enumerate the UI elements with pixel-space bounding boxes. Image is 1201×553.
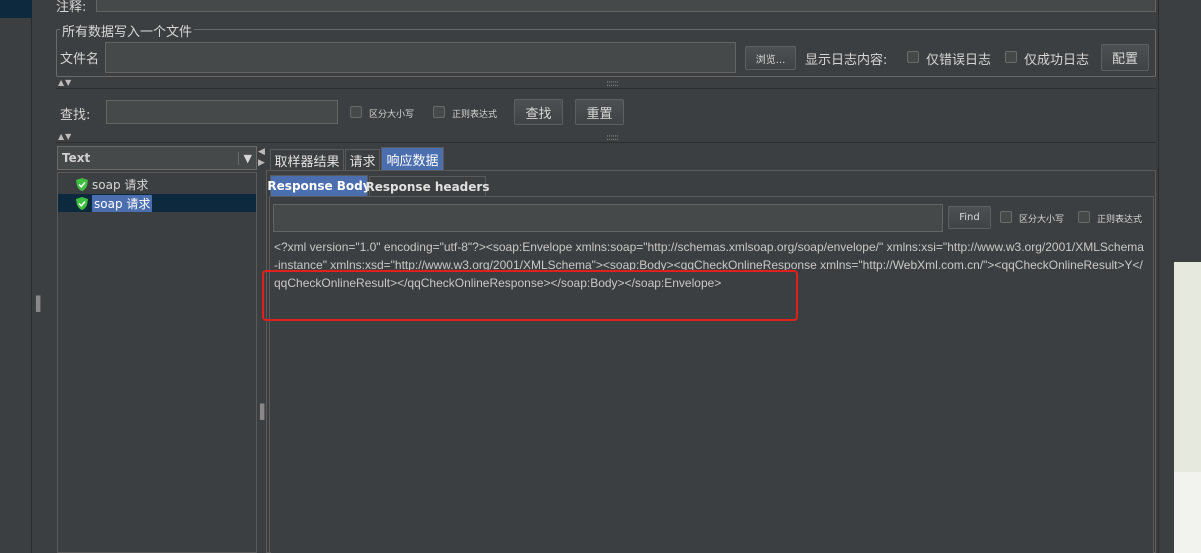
tree-item-label: soap 请求 [92,194,153,212]
left-splitter-grip-icon[interactable]: ▪ ▪ ▪ ▪ [35,294,41,315]
success-shield-icon [76,196,88,210]
response-find-button[interactable]: Find [948,206,991,229]
search-regex-label: 正则表达式 [452,110,498,120]
comment-label: 注释: [56,0,87,15]
search-find-button[interactable]: 查找 [514,99,563,125]
tree-item-selected[interactable]: soap 请求 [76,194,153,212]
renderer-select-value: Text [62,151,91,165]
chevron-down-icon: ▼ [237,151,252,165]
tab-response-headers[interactable]: Response headers [366,176,489,196]
search-input[interactable] [106,100,338,124]
config-button[interactable]: 配置 [1101,44,1149,71]
highlight-annotation-box [262,270,798,321]
comment-input[interactable] [96,0,1156,12]
success-only-label: 仅成功日志 [1024,53,1090,68]
filename-label: 文件名 [60,52,100,67]
splitter-line-2 [56,142,1156,143]
tab-response-data[interactable]: 响应数据 [381,147,444,170]
log-content-label: 显示日志内容: [805,53,888,68]
browse-button[interactable]: 浏览... [745,46,796,70]
search-reset-button[interactable]: 重置 [575,99,624,125]
collapse-arrows-icon[interactable]: ▲▼ [58,78,72,87]
file-group-legend: 所有数据写入一个文件 [60,21,195,40]
errors-only-checkbox[interactable] [907,51,919,63]
errors-only-label: 仅错误日志 [926,53,992,68]
response-regex-label: 正则表达式 [1097,215,1143,225]
vertical-splitter-grip-icon[interactable]: ▪ ▪ ▪ ▪ [259,402,265,423]
search-case-checkbox[interactable] [350,106,362,118]
response-case-label: 区分大小写 [1019,215,1065,225]
collapse-arrows-icon-2[interactable]: ▲▼ [58,132,72,141]
right-background-area-lower [1174,472,1201,553]
success-only-checkbox[interactable] [1005,51,1017,63]
response-case-checkbox[interactable] [1000,211,1012,223]
response-find-input[interactable] [273,204,943,232]
tab-response-body[interactable]: Response Body [267,175,371,196]
splitter-line [56,88,1156,89]
vertical-collapse-arrows-icon[interactable]: ◀ ▶ [258,147,265,169]
results-tree: soap 请求 soap 请求 [57,172,257,553]
tree-item-label: soap 请求 [92,177,149,192]
response-regex-checkbox[interactable] [1078,211,1090,223]
right-divider [1158,0,1159,553]
renderer-select[interactable]: Text ▼ [57,146,257,170]
success-shield-icon [76,177,88,191]
tree-item[interactable]: soap 请求 [76,175,148,193]
left-navigation-strip [0,0,32,553]
search-regex-checkbox[interactable] [433,106,445,118]
search-case-label: 区分大小写 [369,110,415,120]
search-label: 查找: [60,108,91,123]
filename-input[interactable] [105,42,736,73]
tab-request[interactable]: 请求 [345,149,380,170]
tab-sampler-result[interactable]: 取样器结果 [270,149,344,170]
left-nav-selected-item[interactable] [0,0,32,18]
